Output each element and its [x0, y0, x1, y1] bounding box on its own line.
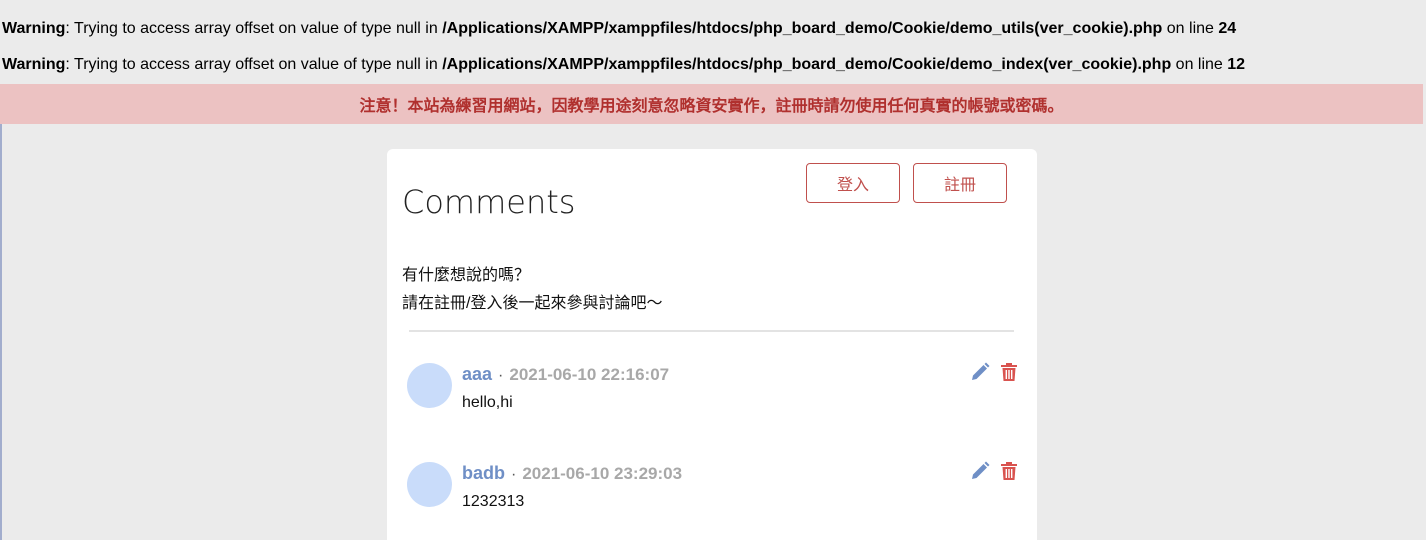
login-button[interactable]: 登入: [806, 163, 900, 203]
php-warning: Warning: Trying to access array offset o…: [2, 55, 1245, 75]
warning-message: : Trying to access array offset on value…: [65, 20, 443, 37]
prompt-line: 請在註冊/登入後一起來參與討論吧～: [402, 295, 663, 312]
notice-text: 注意！本站為練習用網站，因教學用途刻意忽略資安實作，註冊時請勿使用任何真實的帳號…: [359, 98, 1064, 115]
comment-content: hello,hi: [462, 394, 513, 411]
security-notice-banner: 注意！本站為練習用網站，因教學用途刻意忽略資安實作，註冊時請勿使用任何真實的帳號…: [0, 84, 1423, 124]
pencil-icon[interactable]: [970, 461, 990, 481]
comment-meta: aaa · 2021-06-10 22:16:07: [462, 362, 669, 388]
comment-author: badb: [462, 463, 505, 483]
prompt-line: 有什麼想說的嗎？: [402, 267, 531, 284]
trash-icon[interactable]: [999, 461, 1019, 481]
comment-author: aaa: [462, 364, 493, 384]
warning-message: : Trying to access array offset on value…: [65, 56, 443, 73]
page-title: Comments: [402, 183, 576, 221]
comment-timestamp: 2021-06-10 23:29:03: [522, 464, 683, 483]
warning-line-number: 12: [1227, 56, 1246, 73]
avatar: [407, 462, 452, 507]
warning-path: /Applications/XAMPP/xamppfiles/htdocs/ph…: [442, 20, 1163, 37]
comment-meta: badb · 2021-06-10 23:29:03: [462, 461, 682, 487]
divider: [409, 330, 1014, 332]
comment-item: aaa · 2021-06-10 22:16:07 hello,hi: [407, 362, 1027, 422]
warning-line-prefix: on line: [1162, 20, 1219, 37]
comment-content: 1232313: [462, 493, 525, 510]
meta-separator: ·: [511, 466, 517, 483]
warning-label: Warning: [2, 56, 66, 73]
meta-separator: ·: [498, 367, 504, 384]
register-button[interactable]: 註冊: [913, 163, 1007, 203]
login-prompt: 有什麼想說的嗎？ 請在註冊/登入後一起來參與討論吧～: [402, 262, 662, 318]
window-edge: [0, 84, 2, 540]
warning-line-prefix: on line: [1171, 56, 1228, 73]
warning-line-number: 24: [1218, 20, 1237, 37]
comment-board-card: Comments 登入 註冊 有什麼想說的嗎？ 請在註冊/登入後一起來參與討論吧…: [387, 149, 1037, 540]
comment-item: badb · 2021-06-10 23:29:03 1232313: [407, 461, 1027, 521]
php-warning: Warning: Trying to access array offset o…: [2, 19, 1236, 39]
warning-label: Warning: [2, 20, 66, 37]
comment-timestamp: 2021-06-10 22:16:07: [509, 365, 670, 384]
trash-icon[interactable]: [999, 362, 1019, 382]
pencil-icon[interactable]: [970, 362, 990, 382]
avatar: [407, 363, 452, 408]
warning-path: /Applications/XAMPP/xamppfiles/htdocs/ph…: [442, 56, 1172, 73]
